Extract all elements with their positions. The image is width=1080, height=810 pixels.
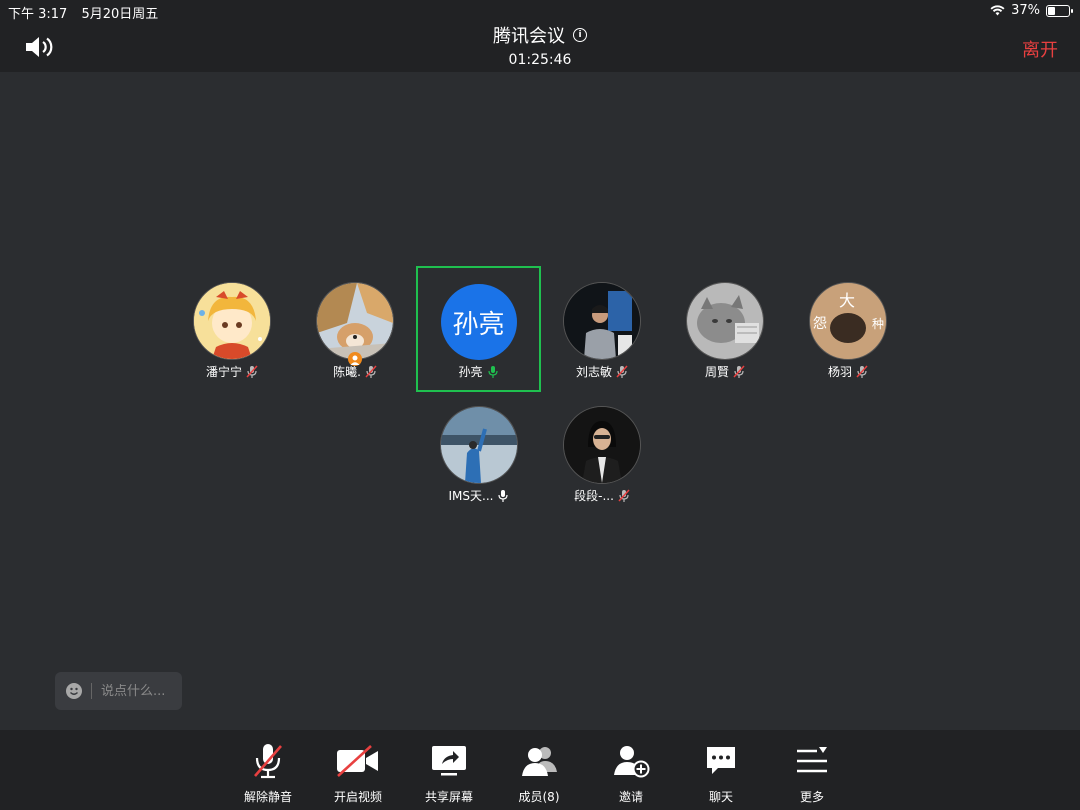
participant-tile[interactable]: 刘志敏 — [542, 266, 662, 386]
chat-input[interactable] — [101, 683, 181, 699]
add-user-icon — [591, 742, 671, 780]
more-menu-icon — [772, 742, 852, 780]
avatar-text: 怨 — [813, 316, 827, 332]
mic-speaking-icon — [487, 365, 499, 379]
mic-on-icon — [497, 489, 509, 503]
bottom-toolbar: 解除静音 开启视频 共享屏幕 成员(8) 邀请 聊天 更多 — [0, 730, 1080, 810]
status-bar-right: 37% — [990, 3, 1073, 18]
emoji-icon[interactable] — [66, 683, 82, 699]
participant-name: 段段-... — [574, 489, 614, 503]
participant-name: IMS天... — [448, 489, 494, 503]
participant-name: 刘志敏 — [575, 365, 612, 379]
more-label: 更多 — [799, 790, 824, 804]
share-screen-icon — [409, 742, 489, 780]
status-date: 5月20日周五 — [81, 7, 159, 22]
more-button[interactable]: 更多 — [772, 742, 852, 805]
start-video-label: 开启视频 — [333, 790, 382, 804]
share-screen-button[interactable]: 共享屏幕 — [409, 742, 489, 805]
mic-muted-icon — [365, 364, 377, 379]
unmute-button[interactable]: 解除静音 — [228, 742, 308, 805]
mic-muted-icon — [616, 364, 628, 379]
participant-tile[interactable]: 周賢 — [665, 266, 785, 386]
mic-muted-icon — [856, 364, 868, 379]
avatar-text: 大 — [839, 291, 856, 310]
wifi-icon — [990, 5, 1005, 16]
participant-name: 周賢 — [704, 365, 729, 379]
avatar-text: 种 — [872, 317, 885, 331]
divider — [91, 683, 92, 699]
chat-label: 聊天 — [708, 790, 733, 804]
start-video-button[interactable]: 开启视频 — [318, 742, 398, 805]
participant-tile[interactable]: 陈曦. — [295, 266, 415, 386]
participant-tile[interactable]: IMS天... — [419, 390, 539, 510]
chat-button[interactable]: 聊天 — [681, 742, 761, 805]
chat-bubble-icon — [681, 742, 761, 780]
invite-button[interactable]: 邀请 — [591, 742, 671, 805]
avatar: 大 怨 种 — [809, 282, 887, 360]
participant-tile[interactable]: 潘宁宁 — [172, 266, 292, 386]
invite-label: 邀请 — [618, 790, 643, 804]
mic-muted-icon — [733, 364, 745, 379]
mic-muted-icon — [618, 488, 630, 503]
unmute-label: 解除静音 — [243, 790, 292, 804]
header-bar: 下午 3:17 5月20日周五 37% 腾讯会议 i 01:25:46 离开 — [0, 0, 1080, 72]
participant-name: 孙亮 — [458, 365, 483, 379]
mic-muted-icon — [246, 364, 258, 379]
meeting-title-area: 腾讯会议 i 01:25:46 — [0, 22, 1080, 68]
avatar — [686, 282, 764, 360]
mic-muted-icon — [228, 742, 308, 780]
participant-name: 潘宁宁 — [205, 365, 242, 379]
battery-icon — [1046, 4, 1073, 17]
chat-input-box[interactable] — [55, 672, 182, 710]
video-off-icon — [318, 742, 398, 780]
members-label: 成员(8) — [518, 790, 560, 804]
avatar — [440, 406, 518, 484]
avatar — [563, 282, 641, 360]
leave-button[interactable]: 离开 — [1022, 36, 1058, 62]
participant-tile[interactable]: 段段-... — [542, 390, 662, 510]
avatar: 孙亮 — [440, 284, 517, 360]
share-screen-label: 共享屏幕 — [424, 790, 473, 804]
avatar — [316, 282, 394, 366]
avatar-face — [830, 313, 866, 343]
participant-name: 杨羽 — [827, 365, 852, 379]
participant-tile[interactable]: 大 怨 种 杨羽 — [788, 266, 908, 386]
meeting-timer: 01:25:46 — [508, 52, 572, 68]
avatar-initials: 孙亮 — [452, 309, 505, 340]
participant-tile-active-speaker[interactable]: 孙亮 孙亮 — [416, 266, 541, 392]
meeting-title: 腾讯会议 — [493, 26, 565, 47]
avatar — [193, 282, 271, 360]
members-icon — [499, 742, 579, 780]
info-icon[interactable]: i — [573, 28, 587, 42]
host-badge-icon — [348, 352, 362, 366]
members-button[interactable]: 成员(8) — [499, 742, 579, 805]
status-bar-left: 下午 3:17 5月20日周五 — [8, 3, 168, 22]
avatar — [563, 406, 641, 484]
status-time: 下午 3:17 — [8, 7, 68, 22]
battery-percent: 37% — [1011, 3, 1040, 18]
